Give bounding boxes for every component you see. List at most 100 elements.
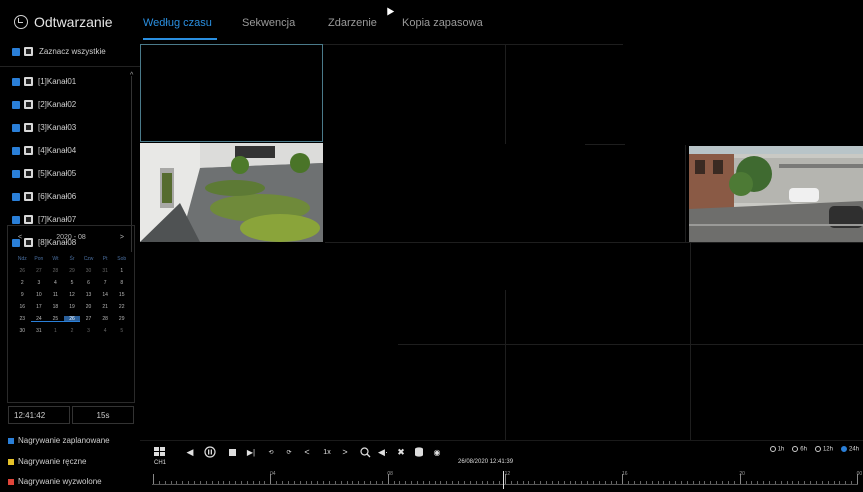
calendar-day[interactable]: 3 [31,280,48,286]
next-frame-button[interactable]: ▶| [244,445,258,459]
video-tile-courtyard[interactable] [140,143,323,242]
calendar-year[interactable]: 2020 [56,234,72,241]
range-6h[interactable]: 6h [792,446,807,453]
channel-item-6[interactable]: [6]Kanał06 [12,192,76,201]
channel-checkbox[interactable] [12,169,20,178]
calendar-day[interactable]: 1 [113,268,130,274]
clip-button[interactable]: ✖ [394,445,408,459]
timeline-tick [317,481,319,484]
calendar-day[interactable]: 30 [14,328,31,334]
calendar-day[interactable]: 10 [31,292,48,298]
calendar-day[interactable]: 4 [47,280,64,286]
channel-item-1[interactable]: [1]Kanał01 [12,77,76,86]
playback-controls: CH1 ◀ ▶| ⟲ ⟳ < 1x > ◀· ✖ ◉ 26/08/2020 12… [140,440,863,492]
slower-button[interactable]: < [302,445,312,459]
zoom-button[interactable] [358,445,372,459]
legend-label: Nagrywanie zaplanowane [18,436,110,445]
calendar-day[interactable]: 16 [14,304,31,310]
channel-checkbox[interactable] [12,100,20,109]
calendar-day[interactable]: 17 [31,304,48,310]
calendar-day[interactable]: 27 [31,268,48,274]
calendar-day[interactable]: 9 [14,292,31,298]
calendar-month[interactable]: 08 [78,234,86,241]
calendar-day[interactable]: 5 [113,328,130,334]
calendar-day[interactable]: 6 [80,280,97,286]
channel-checkbox[interactable] [12,215,20,224]
timeline-tick [164,481,166,484]
channel-item-5[interactable]: [5]Kanał05 [12,169,76,178]
calendar-day[interactable]: 20 [80,304,97,310]
calendar-day[interactable]: 22 [113,304,130,310]
channel-item-2[interactable]: [2]Kanał02 [12,100,76,109]
skip-back-30-button[interactable]: ⟲ [264,445,278,459]
timeline-tick [481,481,483,484]
calendar-day[interactable]: 15 [113,292,130,298]
calendar-day[interactable]: 8 [113,280,130,286]
calendar-day[interactable]: 29 [64,268,81,274]
video-tile-parking[interactable] [689,146,863,242]
tab-backup[interactable]: Kopia zapasowa [402,0,512,42]
video-tile-selected[interactable] [140,44,323,142]
tab-by-time[interactable]: Według czasu [140,0,242,42]
calendar-day[interactable]: 4 [97,328,114,334]
calendar-day[interactable]: 19 [64,304,81,310]
calendar-day[interactable]: 29 [113,316,130,322]
calendar-day[interactable]: 28 [97,316,114,322]
audio-button[interactable]: ◀· [376,445,390,459]
range-label: 1h [777,446,785,453]
timeline-tick [393,481,395,484]
channel-item-4[interactable]: [4]Kanał04 [12,146,76,155]
calendar-day[interactable]: 2 [64,328,81,334]
calendar-day[interactable]: 13 [80,292,97,298]
timeline[interactable]: 04 08 12 16 20 00 [152,471,862,489]
calendar-day[interactable]: 28 [47,268,64,274]
save-clip-button[interactable] [412,445,426,459]
rewind-button[interactable]: ◀ [184,445,196,459]
calendar-day[interactable]: 3 [80,328,97,334]
seconds-input[interactable]: 15s [72,406,134,424]
range-12h[interactable]: 12h [814,446,833,453]
calendar-day[interactable]: 21 [97,304,114,310]
channel-checkbox[interactable] [12,146,20,155]
time-input[interactable]: 12:41:42 [8,406,70,424]
calendar-day[interactable]: 31 [31,328,48,334]
timeline-tick [305,481,307,484]
channel-item-7[interactable]: [7]Kanał07 [12,215,76,224]
timeline-tick [604,481,606,484]
calendar-day[interactable]: 5 [64,280,81,286]
channel-checkbox[interactable] [12,123,20,132]
tab-sequence[interactable]: Sekwencja [242,0,328,42]
range-1h[interactable]: 1h [769,446,785,453]
skip-forward-30-button[interactable]: ⟳ [282,445,296,459]
calendar-day[interactable]: 1 [47,328,64,334]
calendar-day[interactable]: 14 [97,292,114,298]
calendar-next-button[interactable]: > [120,234,124,241]
select-all-row[interactable]: Zaznacz wszystkie [12,47,106,56]
calendar-day[interactable]: 26 [63,316,81,322]
layout-grid-button[interactable] [152,445,168,459]
calendar-day[interactable]: 31 [97,268,114,274]
select-all-checkbox[interactable] [12,47,20,56]
calendar-day[interactable]: 27 [80,316,97,322]
calendar-day[interactable]: 24 [30,316,48,322]
calendar-day[interactable]: 11 [47,292,64,298]
calendar-weekday: Pon [34,256,44,262]
next-frame-icon: ▶| [246,447,256,457]
faster-button[interactable]: > [340,445,350,459]
calendar-day[interactable]: 30 [80,268,97,274]
channel-checkbox[interactable] [12,192,20,201]
channel-item-3[interactable]: [3]Kanał03 [12,123,76,132]
range-24h[interactable]: 24h [840,446,859,453]
pause-button[interactable] [202,445,218,459]
calendar-day[interactable]: 25 [47,316,64,322]
calendar-day[interactable]: 23 [14,316,31,322]
channel-checkbox[interactable] [12,77,20,86]
stop-button[interactable] [226,445,238,459]
calendar-day[interactable]: 26 [14,268,31,274]
calendar-day[interactable]: 2 [14,280,31,286]
calendar-day[interactable]: 7 [97,280,114,286]
view-button[interactable]: ◉ [430,445,444,459]
timeline-tick [563,481,565,484]
calendar-day[interactable]: 18 [47,304,64,310]
calendar-day[interactable]: 12 [64,292,81,298]
